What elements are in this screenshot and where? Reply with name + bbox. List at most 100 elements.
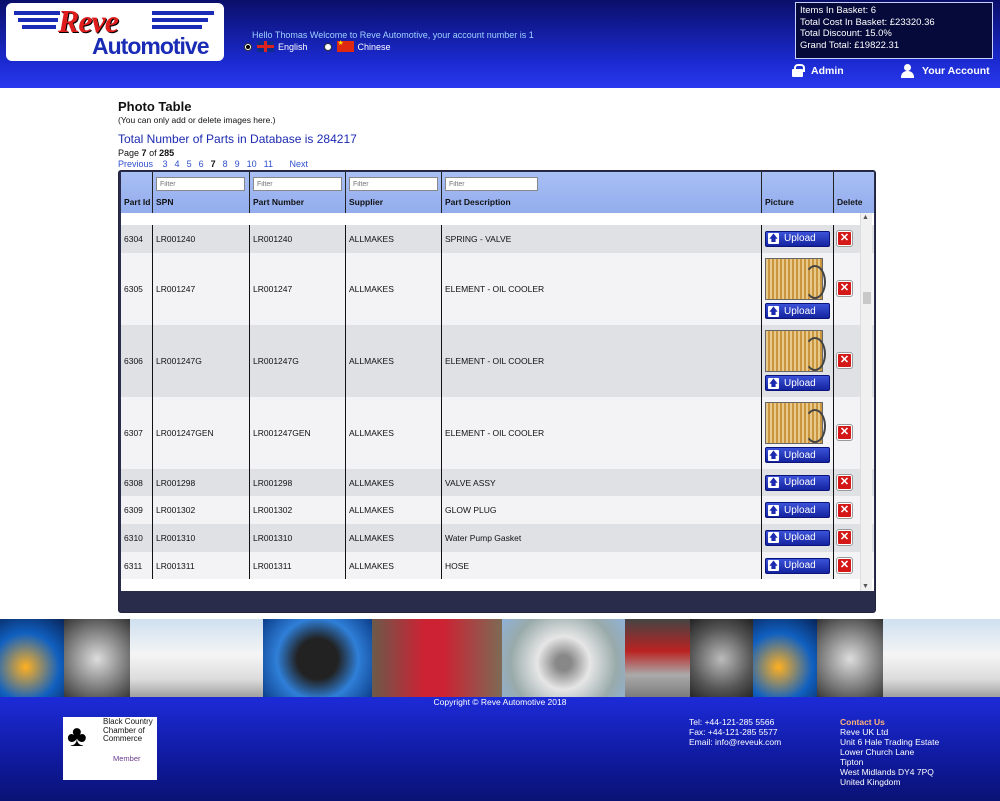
table-body[interactable]: 6304 LR001240 LR001240 ALLMAKES SPRING - VAL… [121,213,874,591]
upload-arrow-icon: 🡅 [768,504,779,516]
banner-engine-image-2 [753,619,817,699]
cell-picture: 🡅 Upload [762,225,834,253]
upload-button[interactable]: 🡅 Upload [765,375,830,392]
upload-button[interactable]: 🡅 Upload [765,502,830,519]
delete-icon[interactable]: ✕ [837,530,852,546]
tree-logo-icon: ♣ [67,720,87,753]
banner-suv-image-2 [883,619,1000,699]
upload-button[interactable]: 🡅 Upload [765,529,830,546]
photo-table: Part Id SPN Part Number Supplier Part De… [118,170,876,613]
cell-picture: 🡅 Upload [762,324,834,397]
your-account-link[interactable]: Your Account [900,64,990,78]
reve-automotive-logo[interactable]: Reve Automotive [6,3,224,61]
upload-arrow-icon: 🡅 [768,233,779,245]
upload-button[interactable]: 🡅 Upload [765,557,830,574]
cell-description: SPRING - VALVE [442,225,762,253]
pager-page-link[interactable]: 4 [175,159,180,169]
cell-spn: LR001298 [153,468,250,497]
pager-page-link[interactable]: 7 [211,159,216,169]
language-selector: English Chinese [244,39,391,52]
pager-page-link[interactable]: 5 [187,159,192,169]
address-line: Unit 6 Hale Trading Estate [840,737,940,747]
delete-icon[interactable]: ✕ [837,281,852,297]
contact-us-heading[interactable]: Contact Us [840,717,939,727]
cell-spn: LR001240 [153,225,250,253]
pager-page-link[interactable]: 10 [247,159,257,169]
pager-previous[interactable]: Previous [118,159,153,169]
cell-picture: 🡅 Upload [762,551,834,580]
admin-link[interactable]: Admin [792,64,844,77]
pager-page-link[interactable]: 8 [223,159,228,169]
banner-engineers-image [372,619,502,699]
upload-button[interactable]: 🡅 Upload [765,447,830,464]
cell-description: ELEMENT - OIL COOLER [442,396,762,469]
cell-part-number: LR001247G [250,324,346,397]
description-filter-input[interactable] [445,177,538,191]
site-footer: Copyright © Reve Automotive 2018 ♣ Black… [0,697,1000,801]
cell-spn: LR001310 [153,524,250,552]
main-content: Photo Table (You can only add or delete … [118,99,878,169]
oil-filter-thumbnail[interactable] [765,330,826,373]
spn-filter-input[interactable] [156,177,245,191]
english-label[interactable]: English [278,42,308,52]
page-label: Page [118,148,140,158]
cell-picture: 🡅 Upload [762,468,834,497]
pager-page-link[interactable]: 9 [235,159,240,169]
chinese-radio[interactable] [323,42,332,51]
chamber-line-3: Commerce [103,734,143,743]
supplier-filter-input[interactable] [349,177,438,191]
cell-description: HOSE [442,551,762,580]
upload-button[interactable]: 🡅 Upload [765,474,830,491]
cell-part-number: LR001298 [250,468,346,497]
cell-id: 6309 [121,496,153,525]
cell-description: ELEMENT - OIL COOLER [442,324,762,397]
english-radio[interactable] [244,42,252,51]
cell-picture: 🡅 Upload [762,524,834,552]
cell-picture: 🡅 Upload [762,252,834,325]
copyright: Copyright © Reve Automotive 2018 [433,697,567,707]
delete-icon[interactable]: ✕ [837,425,852,441]
delete-icon[interactable]: ✕ [837,475,852,491]
logo-text-automotive: Automotive [92,33,209,59]
page-note: (You can only add or delete images here.… [118,115,276,125]
pager-page-link[interactable]: 3 [163,159,168,169]
oil-filter-thumbnail[interactable] [765,258,826,301]
chamber-of-commerce-badge[interactable]: ♣ Black Country Chamber of Commerce Memb… [63,717,157,780]
basket-summary[interactable]: Items In Basket: 6 Total Cost In Basket:… [795,2,993,59]
pager-page-link[interactable]: 11 [264,159,273,169]
cell-description: GLOW PLUG [442,496,762,525]
upload-label: Upload [784,305,816,317]
pager-page-link[interactable]: 6 [199,159,204,169]
col-delete: Delete [837,197,863,207]
scroll-down-arrow-icon[interactable]: ▼ [862,583,869,590]
chamber-member: Member [113,754,141,763]
delete-icon[interactable]: ✕ [837,502,852,518]
upload-button[interactable]: 🡅 Upload [765,303,830,320]
table-scrollbar[interactable]: ▲ ▼ [860,213,872,591]
cell-id: 6310 [121,524,153,552]
phone-contacts: Tel: +44-121-285 5566 Fax: +44-121-285 5… [689,717,781,747]
cell-spn: LR001311 [153,551,250,580]
table-row: 6309 LR001302 LR001302 ALLMAKES GLOW PLUG 🡅 Up… [121,496,874,525]
delete-icon[interactable]: ✕ [837,231,852,247]
delete-icon[interactable]: ✕ [837,558,852,574]
cell-id: 6305 [121,252,153,325]
upload-button[interactable]: 🡅 Upload [765,230,830,247]
banner-turbo-image [64,619,130,699]
admin-label: Admin [811,64,844,77]
delete-icon[interactable]: ✕ [837,353,852,369]
upload-label: Upload [784,377,816,389]
pager-next[interactable]: Next [290,159,309,169]
email[interactable]: Email: info@reveuk.com [689,737,781,747]
chinese-label[interactable]: Chinese [358,42,391,52]
contact-address: Contact Us Reve UK Ltd Unit 6 Hale Tradi… [840,717,939,787]
upload-arrow-icon: 🡅 [768,560,779,572]
oil-filter-thumbnail[interactable] [765,402,826,445]
banner-suv-image [130,619,263,699]
cell-delete: ✕ [834,552,862,580]
basket-total-cost: Total Cost In Basket: £23320.36 [800,16,935,28]
uk-flag-icon [257,41,274,52]
part-number-filter-input[interactable] [253,177,342,191]
scroll-up-arrow-icon[interactable]: ▲ [862,214,869,221]
scrollbar-thumb[interactable] [863,292,871,304]
